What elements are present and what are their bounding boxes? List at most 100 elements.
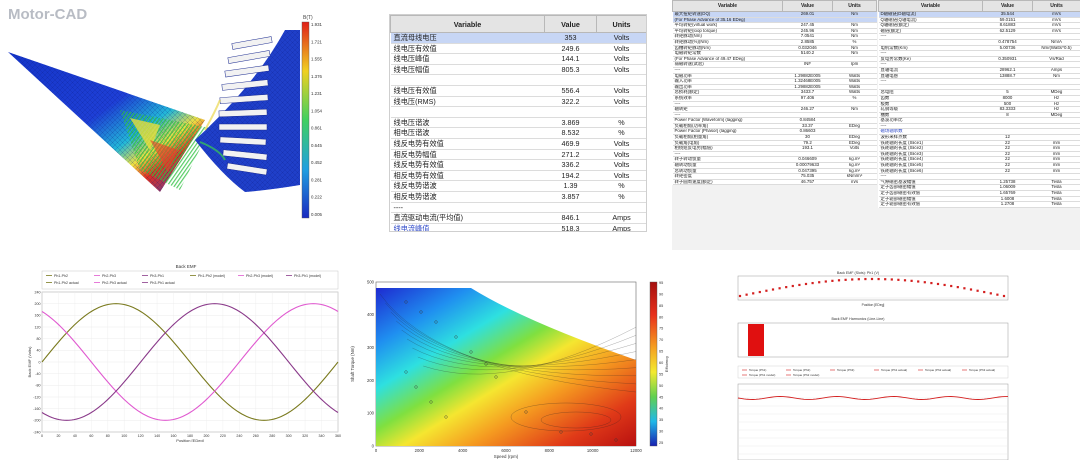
cell-value: 1.2708 <box>982 201 1033 208</box>
colorbar-tick-label: 95 <box>659 281 663 285</box>
back-emf-chart: Back EMF Ph1-Ph2 Ph2-Ph3 Ph3-Ph1 Ph1-Ph2 (mo… <box>28 264 341 442</box>
cell-variable: 线电压(RMS) <box>390 96 545 108</box>
back-emf-chart-panel: Back EMF Ph1-Ph2 Ph2-Ph3 Ph3-Ph1 Ph1-Ph2 (mo… <box>28 262 344 442</box>
cell-value: 8.532 <box>544 127 597 139</box>
colorbar-unit: B(T) <box>303 15 313 21</box>
data-point <box>950 284 953 288</box>
cell-value: 144.1 <box>544 53 597 65</box>
table-row: 线电压有效值 556.4 Volts <box>390 85 646 97</box>
table-row: 线电压幅值 805.3 Volts <box>390 64 646 76</box>
table-row: 线电流峰值 518.3 Amps <box>390 223 646 231</box>
cell-variable: 直流驱动电流(平均值) <box>390 212 545 224</box>
colorbar-tick-label: 40 <box>659 407 663 411</box>
cell-units: % <box>596 127 646 139</box>
legend-label: Torque (Ph2) <box>793 368 810 372</box>
cell-value: 518.3 <box>544 223 597 231</box>
cell-units: Volts <box>596 170 646 182</box>
colorbar-tick-label: 1.231 <box>311 91 323 96</box>
cell-variable: 线电压有效值 <box>390 85 545 97</box>
legend-label: Ph1-Ph2 <box>54 274 68 278</box>
x-tick-label: 0 <box>375 448 378 453</box>
data-point <box>844 278 847 281</box>
data-point <box>976 289 979 292</box>
data-point <box>752 292 755 295</box>
legend-label: Ph3-Ph1 (model) <box>294 274 321 278</box>
data-point <box>897 278 900 281</box>
data-point <box>969 288 973 291</box>
table-row: 线反电势谐波 1.39% <box>390 180 646 192</box>
colorbar-ticks: 1.931 1.721 1.555 1.376 1.231 1.054 0.861 0.645… <box>311 22 323 217</box>
legend-label: Ph1-Ph2 (model) <box>198 274 225 278</box>
colorbar-tick-label: 65 <box>659 350 663 354</box>
data-point <box>758 290 761 294</box>
data-point <box>791 284 794 288</box>
data-point <box>930 281 933 285</box>
data-point <box>983 290 986 294</box>
colorbar-tick-label: 80 <box>659 315 663 319</box>
cell-units: Volts <box>596 138 646 150</box>
x-tick-label: 300 <box>286 434 292 438</box>
flux-density-plot-panel: Motor-CAD B(T) 1.931 1.721 1.555 1.376 1… <box>0 0 330 230</box>
flux-colorbar <box>301 21 310 219</box>
y-tick-label: -80 <box>35 384 40 388</box>
data-point <box>936 282 940 286</box>
colorbar-tick-label: 1.931 <box>311 22 323 27</box>
cell-value: 271.2 <box>544 149 597 161</box>
colorbar-tick-label: 55 <box>659 372 663 376</box>
x-tick-label: 12000 <box>630 448 642 453</box>
table-row: 线反电势有效值 469.9 Volts <box>390 138 646 150</box>
column-header-variable: Variable <box>878 0 983 12</box>
data-point <box>818 281 821 284</box>
cell-variable: 直流母线电压 <box>390 32 545 44</box>
cell-variable: 线反电势谐波 <box>390 180 545 192</box>
data-point <box>910 279 913 282</box>
x-axis-label: Position [EDeg] <box>862 303 885 307</box>
legend-label: Torque (Ph3 actual) <box>969 368 995 372</box>
legend-label: Ph1-Ph2 actual <box>54 281 79 285</box>
cell-value: 556.4 <box>544 85 597 97</box>
data-point <box>870 277 874 281</box>
colorbar-tick-label: 0.452 <box>311 160 323 165</box>
x-tick-label: 6000 <box>501 448 511 453</box>
cell-value: 805.3 <box>544 64 597 76</box>
cell-units: Volts <box>596 159 646 171</box>
cell-variable: 相反电势幅值 <box>390 149 545 161</box>
column-header-units: Units <box>832 0 877 12</box>
y-tick-label: 120 <box>35 325 41 329</box>
y-tick-label: 500 <box>367 279 375 284</box>
cell-value <box>544 74 597 86</box>
legend-label: Torque (Ph2 actual) <box>925 368 951 372</box>
cell-variable: 线反电势有效值 <box>390 159 545 171</box>
cell-variable: 相反电势谐波 <box>390 191 545 203</box>
column-header-value: Value <box>544 15 597 33</box>
colorbar-tick-label: 1.555 <box>311 57 323 62</box>
colorbar-tick-label: 35 <box>659 418 663 422</box>
colorbar-tick-label: 60 <box>659 361 663 365</box>
cell-variable: 线电压谐波 <box>390 117 545 129</box>
legend-label: Torque (Ph1) <box>749 368 766 372</box>
y-axis-label: Back EMF (Volts) <box>28 346 32 378</box>
x-tick-label: 340 <box>319 434 325 438</box>
x-tick-label: 220 <box>220 434 226 438</box>
cell-value: 249.6 <box>544 43 597 55</box>
data-point <box>996 293 999 296</box>
table-row: 相反电势有效值 194.2 Volts <box>390 170 646 182</box>
cell-variable: 线电压峰值 <box>390 53 545 65</box>
legend-label: Ph2-Ph3 (model) <box>246 274 273 278</box>
data-point <box>943 283 946 287</box>
legend-label: Torque (Ph1 actual) <box>881 368 907 372</box>
colorbar-tick-label: 0.861 <box>311 126 323 131</box>
plot-area <box>737 322 1009 358</box>
cell-units: m/s <box>832 179 877 186</box>
column-header-value: Value <box>782 0 833 12</box>
cell-variable <box>390 106 545 118</box>
x-tick-label: 80 <box>106 434 110 438</box>
x-tick-label: 8000 <box>545 448 555 453</box>
voltage-results-table: Variable Value Units 直流母线电压 353 Volts 线电压有效… <box>390 15 646 231</box>
cell-variable <box>390 74 545 86</box>
voltage-table-panel: Variable Value Units 直流母线电压 353 Volts 线电压有效… <box>389 14 647 232</box>
cell-variable: 相电压谐波 <box>390 127 545 139</box>
cell-value: 322.2 <box>544 96 597 108</box>
colorbar-tick-label: 75 <box>659 327 663 331</box>
cell-variable: 线反电势有效值 <box>390 138 545 150</box>
